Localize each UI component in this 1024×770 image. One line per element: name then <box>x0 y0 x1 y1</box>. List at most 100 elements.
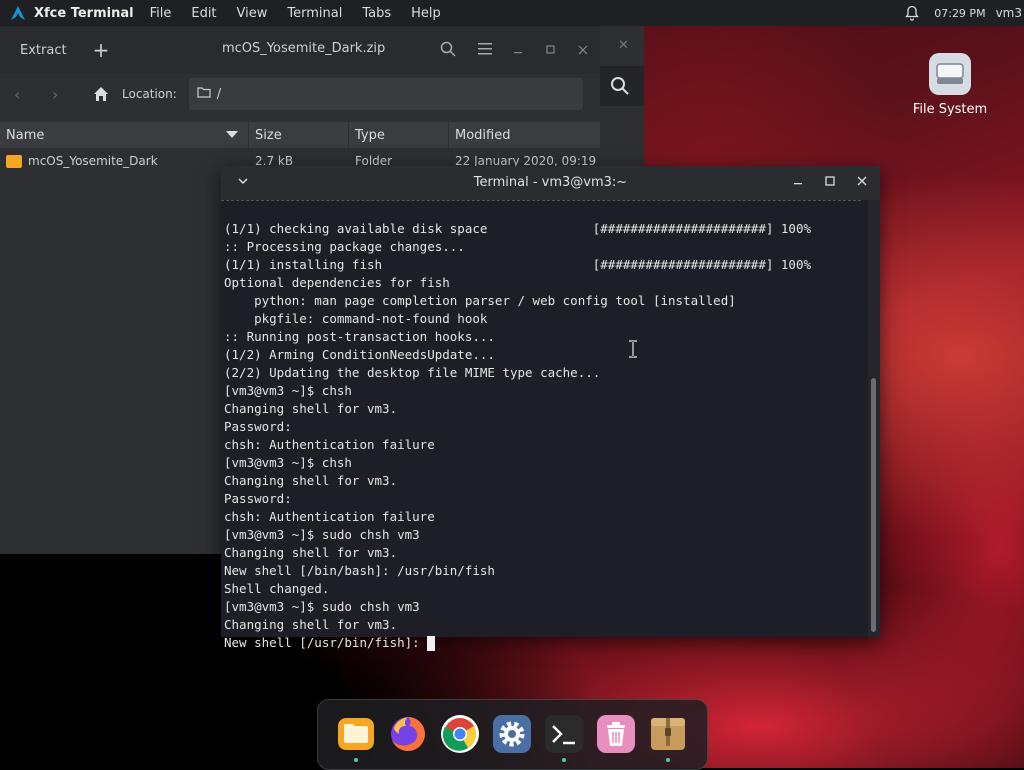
column-name-label: Name <box>6 127 45 143</box>
menu-file[interactable]: File <box>150 6 172 21</box>
extract-button[interactable]: Extract <box>20 43 67 58</box>
dock-item-archive-manager[interactable] <box>648 714 688 762</box>
firefox-icon <box>391 717 425 751</box>
terminal-line: :: Processing package changes... <box>224 239 465 254</box>
top-panel: Xfce Terminal File Edit View Terminal Ta… <box>0 0 1024 26</box>
trash-icon <box>597 715 635 753</box>
terminal-output[interactable]: (1/1) checking available disk space [###… <box>224 202 864 688</box>
location-input[interactable]: / <box>188 78 583 110</box>
terminal-titlebar[interactable]: Terminal - vm3@vm3:~ <box>221 166 880 200</box>
menu-edit[interactable]: Edit <box>191 6 216 21</box>
minimize-icon[interactable] <box>792 175 804 191</box>
terminal-line: Changing shell for vm3. <box>224 401 398 416</box>
back-arrow-icon[interactable]: ‹ <box>14 85 32 104</box>
maximize-icon[interactable] <box>546 44 556 59</box>
arch-logo-icon[interactable] <box>10 5 26 21</box>
dock-item-firefox[interactable] <box>388 714 428 754</box>
panel-clock[interactable]: 07:29 PM <box>934 7 985 20</box>
terminal-line: [vm3@vm3 ~]$ sudo chsh vm3 <box>224 599 420 614</box>
terminal-line: chsh: Authentication failure <box>224 509 435 524</box>
scrollbar-thumb[interactable] <box>871 378 876 632</box>
chrome-icon <box>441 715 479 753</box>
terminal-line: Shell changed. <box>224 581 330 596</box>
archive-header-controls <box>440 41 588 61</box>
menu-help[interactable]: Help <box>411 6 441 21</box>
sort-down-icon <box>226 131 238 138</box>
running-indicator <box>562 758 566 762</box>
terminal-line: chsh: Authentication failure <box>224 437 435 452</box>
maximize-icon[interactable] <box>824 175 836 191</box>
column-modified-label: Modified <box>455 127 511 143</box>
search-icon <box>611 77 629 95</box>
running-indicator <box>666 758 670 762</box>
terminal-window-controls <box>792 175 868 191</box>
active-app-title[interactable]: Xfce Terminal <box>34 6 134 21</box>
archive-icon <box>651 718 685 750</box>
running-indicator <box>354 758 358 762</box>
column-size-label: Size <box>255 127 282 143</box>
location-label: Location: <box>122 87 177 101</box>
terminal-line: [vm3@vm3 ~]$ sudo chsh vm3 <box>224 527 420 542</box>
add-icon[interactable]: + <box>93 38 110 62</box>
terminal-line: (1/1) installing fish [#################… <box>224 257 811 272</box>
terminal-line: Changing shell for vm3. <box>224 473 398 488</box>
location-value: / <box>216 86 222 102</box>
terminal-title: Terminal - vm3@vm3:~ <box>473 175 628 190</box>
forward-arrow-icon[interactable]: › <box>52 85 70 104</box>
column-type-label: Type <box>355 127 385 143</box>
ibeam-cursor-icon <box>628 340 638 358</box>
terminal-divider <box>221 200 861 201</box>
folder-outline-icon <box>197 86 211 102</box>
terminal-line: Password: <box>224 419 292 434</box>
bell-icon[interactable] <box>904 5 920 21</box>
file-list-header: Name Size Type Modified <box>0 122 600 148</box>
search-icon[interactable] <box>440 41 456 61</box>
column-modified[interactable]: Modified <box>449 122 600 148</box>
location-bar: ‹ › Location: / <box>0 74 600 114</box>
close-icon[interactable] <box>856 175 868 191</box>
terminal-line: Optional dependencies for fish <box>224 275 450 290</box>
terminal-line: (1/2) Arming ConditionNeedsUpdate... <box>224 347 495 362</box>
file-row-name: mcOS_Yosemite_Dark <box>28 154 158 168</box>
close-icon[interactable]: ✕ <box>618 38 629 53</box>
search-button[interactable] <box>600 66 644 106</box>
folder-icon <box>6 155 22 168</box>
home-icon[interactable] <box>92 85 110 103</box>
terminal-prompt: New shell [/usr/bin/fish]: <box>224 635 428 650</box>
close-icon[interactable] <box>578 44 588 59</box>
archive-headerbar: Extract + mcOS_Yosemite_Dark.zip <box>0 26 600 74</box>
terminal-line: [vm3@vm3 ~]$ chsh <box>224 383 352 398</box>
archive-title: mcOS_Yosemite_Dark.zip <box>222 41 386 56</box>
file-row-name-cell: mcOS_Yosemite_Dark <box>0 154 249 168</box>
dock-item-settings[interactable] <box>492 714 532 754</box>
dock-item-terminal[interactable] <box>544 714 584 762</box>
menu-view[interactable]: View <box>237 6 268 21</box>
text-cursor <box>427 636 436 651</box>
desktop-icon-file-system[interactable]: File System <box>910 52 990 117</box>
column-type[interactable]: Type <box>349 122 449 148</box>
dock <box>317 699 708 770</box>
folder-icon <box>338 718 374 750</box>
terminal-line: Changing shell for vm3. <box>224 617 398 632</box>
column-size[interactable]: Size <box>249 122 349 148</box>
panel-user[interactable]: vm3 <box>996 6 1022 20</box>
terminal-line: python: man page completion parser / web… <box>224 293 736 308</box>
terminal-window: Terminal - vm3@vm3:~ (1/1) checking avai… <box>221 166 880 651</box>
terminal-line: :: Running post-transaction hooks... <box>224 329 495 344</box>
terminal-icon <box>545 715 583 753</box>
hamburger-menu-icon[interactable] <box>478 43 492 59</box>
menu-terminal[interactable]: Terminal <box>287 6 342 21</box>
column-name[interactable]: Name <box>0 122 249 148</box>
terminal-prompt-line[interactable]: New shell [/usr/bin/fish]: <box>224 634 864 652</box>
dock-item-files[interactable] <box>336 714 376 762</box>
menu-tabs[interactable]: Tabs <box>362 6 391 21</box>
terminal-line: (2/2) Updating the desktop file MIME typ… <box>224 365 601 380</box>
terminal-line: (1/1) checking available disk space [###… <box>224 221 811 236</box>
minimize-icon[interactable] <box>514 44 524 59</box>
terminal-line: [vm3@vm3 ~]$ chsh <box>224 455 352 470</box>
dock-item-chrome[interactable] <box>440 714 480 754</box>
drive-icon <box>928 52 972 96</box>
terminal-line: Password: <box>224 491 292 506</box>
dock-item-trash[interactable] <box>596 714 636 754</box>
terminal-line: pkgfile: command-not-found hook <box>224 311 488 326</box>
